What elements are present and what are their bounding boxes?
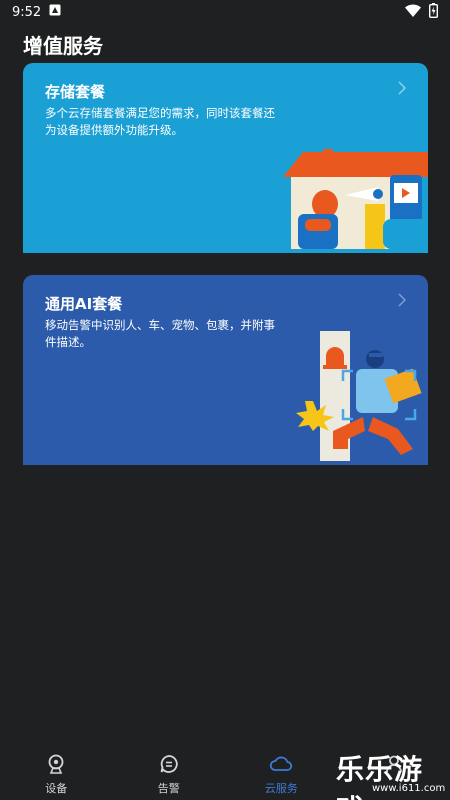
battery-icon [428,2,438,22]
storage-illustration [283,149,428,253]
ai-plan-description: 移动告警中识别人、车、宠物、包裹，并附事件描述。 [45,318,275,349]
storage-plan-title: 存储套餐 [45,83,106,101]
nav-label-alerts: 告警 [157,782,180,795]
watermark-url: www.i611.com [372,783,446,794]
nav-item-alerts[interactable]: 告警 [113,750,226,800]
ai-plan-title: 通用AI套餐 [45,295,123,313]
status-time: 9:52 [12,4,42,20]
nav-label-devices: 设备 [45,782,68,795]
camera-icon [46,754,66,778]
chevron-right-icon [398,292,407,311]
storage-plan-card[interactable]: 存储套餐 多个云存储套餐满足您的需求，同时该套餐还为设备提供额外功能升级。 [23,63,428,253]
nav-label-cloud-service: 云服务 [264,782,298,795]
message-icon [159,754,179,778]
nav-item-cloud-service[interactable]: 云服务 [225,750,338,800]
ai-plan-card[interactable]: 通用AI套餐 移动告警中识别人、车、宠物、包裹，并附事件描述。 [23,275,428,465]
chevron-right-icon [398,80,407,99]
app-notification-icon [49,4,61,20]
storage-plan-description: 多个云存储套餐满足您的需求，同时该套餐还为设备提供额外功能升级。 [45,106,275,137]
nav-item-devices[interactable]: 设备 [0,750,113,800]
status-bar: 9:52 [0,0,450,24]
page-title: 增值服务 [23,34,103,58]
cloud-icon [269,754,293,778]
wifi-icon [405,3,421,21]
ai-illustration [293,331,428,465]
